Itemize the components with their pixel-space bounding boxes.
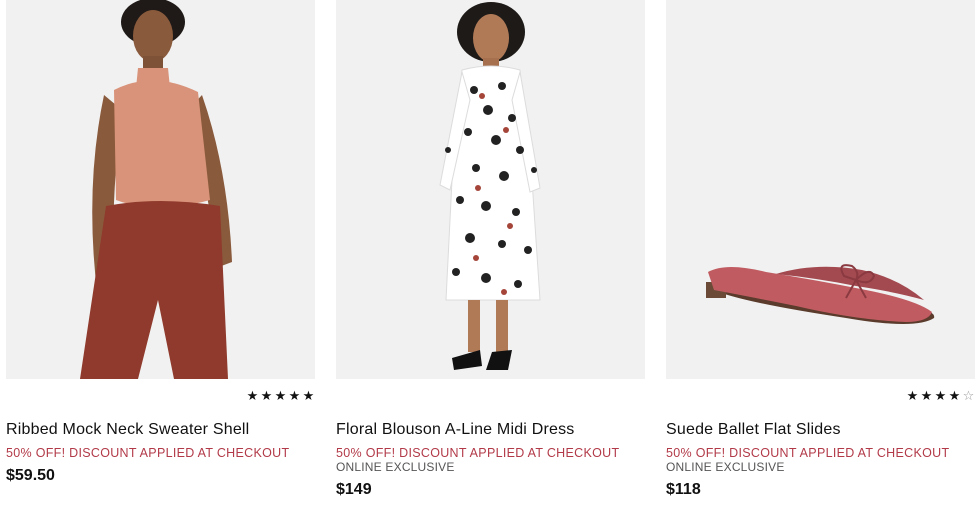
suede-slide-image xyxy=(666,0,975,379)
promo-text: 50% OFF! DISCOUNT APPLIED AT CHECKOUT xyxy=(336,446,620,460)
product-image[interactable] xyxy=(666,0,975,379)
product-name[interactable]: Suede Ballet Flat Slides xyxy=(666,421,841,439)
product-name[interactable]: Ribbed Mock Neck Sweater Shell xyxy=(6,421,249,439)
product-price: $118 xyxy=(666,481,701,498)
star-filled-icon: ★ xyxy=(906,388,919,403)
star-filled-icon: ★ xyxy=(246,388,259,403)
promo-text: 50% OFF! DISCOUNT APPLIED AT CHECKOUT xyxy=(666,446,950,460)
online-exclusive-badge: ONLINE EXCLUSIVE xyxy=(336,460,455,474)
star-filled-icon: ★ xyxy=(934,388,947,403)
product-card: ★ ★ ★ ★ ☆ Suede Ballet Flat Slides 50% OFF! … xyxy=(666,0,975,510)
star-rating[interactable]: ★ ★ ★ ★ ★ xyxy=(245,388,315,404)
product-card: Floral Blouson A-Line Midi Dress 50% OFF… xyxy=(336,0,645,510)
online-exclusive-badge: ONLINE EXCLUSIVE xyxy=(666,460,785,474)
star-empty-icon: ☆ xyxy=(962,388,975,403)
product-card: ★ ★ ★ ★ ★ Ribbed Mock Neck Sweater Shell 50%… xyxy=(6,0,315,510)
star-filled-icon: ★ xyxy=(948,388,961,403)
product-image[interactable] xyxy=(6,0,315,379)
promo-text: 50% OFF! DISCOUNT APPLIED AT CHECKOUT xyxy=(6,446,290,460)
product-grid: ★ ★ ★ ★ ★ Ribbed Mock Neck Sweater Shell 50%… xyxy=(0,0,978,510)
star-filled-icon: ★ xyxy=(274,388,287,403)
star-filled-icon: ★ xyxy=(260,388,273,403)
star-filled-icon: ★ xyxy=(302,388,315,403)
product-image[interactable] xyxy=(336,0,645,379)
star-rating[interactable]: ★ ★ ★ ★ ☆ xyxy=(905,388,975,404)
model-floral-dress-image xyxy=(336,0,645,379)
star-filled-icon: ★ xyxy=(920,388,933,403)
product-name[interactable]: Floral Blouson A-Line Midi Dress xyxy=(336,421,575,439)
product-price: $149 xyxy=(336,481,372,498)
product-price: $59.50 xyxy=(6,467,55,484)
star-filled-icon: ★ xyxy=(288,388,301,403)
model-sweater-image xyxy=(6,0,315,379)
